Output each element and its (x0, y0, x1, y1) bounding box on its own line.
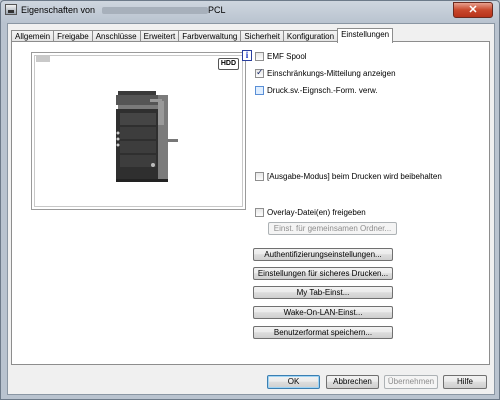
close-button[interactable]: ✕ (453, 2, 493, 18)
brand-logo (36, 56, 50, 62)
output-mode-label: [Ausgabe-Modus] beim Drucken wird beibeh… (267, 171, 442, 181)
emf-spool-checkbox[interactable] (255, 51, 264, 61)
overlay-share-option[interactable]: Overlay-Datei(en) freigeben (255, 206, 366, 218)
hdd-badge: HDD (217, 58, 239, 70)
window-title-suffix: PCL (208, 5, 226, 15)
restriction-notice-label: Einschränkungs-Mitteilung anzeigen (267, 68, 396, 78)
shared-folder-button[interactable]: Einst. für gemeinsamen Ordner... (268, 222, 397, 235)
tab-page-einstellungen: HDD i EMF Spool ✓ Einschränkungs-Mitteil… (11, 41, 490, 365)
properties-window: Eigenschaften von PCL ✕ Allgemein Freiga… (0, 0, 500, 400)
window-title: Eigenschaften von (21, 5, 96, 15)
printer-name-redacted (102, 7, 208, 14)
my-tab-button[interactable]: My Tab-Einst... (253, 286, 393, 299)
help-button[interactable]: Hilfe (443, 375, 487, 389)
printer-image (116, 91, 178, 182)
tab-strip: Allgemein Freigabe Anschlüsse Erweitert … (11, 28, 394, 43)
save-user-format-button[interactable]: Benutzerformat speichern... (253, 326, 393, 339)
ok-button[interactable]: OK (267, 375, 320, 389)
printer-icon (5, 4, 17, 15)
output-mode-checkbox[interactable] (255, 171, 264, 181)
dialog-client-area: Allgemein Freigabe Anschlüsse Erweitert … (7, 23, 495, 395)
info-icon[interactable]: i (242, 50, 252, 61)
wake-on-lan-button[interactable]: Wake-On-LAN-Einst... (253, 306, 393, 319)
overlay-share-checkbox[interactable] (255, 207, 264, 217)
output-mode-option[interactable]: [Ausgabe-Modus] beim Drucken wird beibeh… (255, 170, 442, 182)
apply-button[interactable]: Übernehmen (384, 375, 438, 389)
print-default-option[interactable]: Druck.sv.-Eignsch.-Form. verw. (255, 84, 378, 96)
auth-settings-button[interactable]: Authentifizierungseinstellungen... (253, 248, 393, 261)
secure-print-button[interactable]: Einstellungen für sicheres Drucken... (253, 267, 393, 280)
tab-einstellungen[interactable]: Einstellungen (337, 28, 394, 43)
emf-spool-label: EMF Spool (267, 51, 307, 61)
print-default-checkbox[interactable] (255, 85, 264, 95)
cancel-button[interactable]: Abbrechen (326, 375, 379, 389)
restriction-notice-option[interactable]: Einschränkungs-Mitteilung anzeigen (255, 67, 396, 79)
overlay-share-label: Overlay-Datei(en) freigeben (267, 207, 366, 217)
emf-spool-option[interactable]: EMF Spool (255, 50, 307, 62)
print-default-label: Druck.sv.-Eignsch.-Form. verw. (267, 85, 378, 95)
restriction-notice-checkbox[interactable] (255, 67, 264, 78)
printer-preview: HDD (31, 52, 246, 210)
